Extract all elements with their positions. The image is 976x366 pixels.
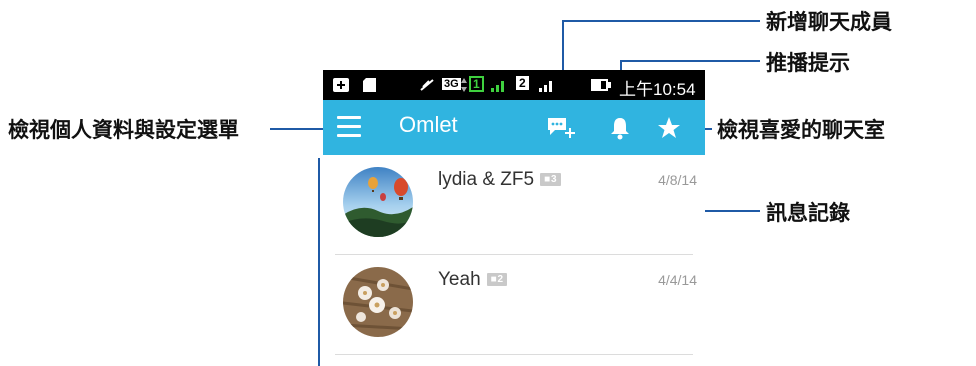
chat-name: Yeah ■ 2: [438, 269, 508, 291]
member-count: 2: [497, 274, 504, 286]
callout-line-new-member-h: [562, 20, 760, 22]
chat-list: lydia & ZF5 ■ 3 4/8/14 Yeah ■ 2 4/4/14: [323, 155, 705, 366]
favorites-star-icon[interactable]: [657, 116, 681, 140]
mute-icon: [420, 79, 434, 91]
sd-card-icon: [363, 78, 376, 92]
battery-icon: [591, 79, 611, 91]
callout-history: 訊息記錄: [766, 201, 850, 225]
notification-bell-icon[interactable]: [609, 116, 631, 140]
add-member-icon[interactable]: [547, 117, 577, 139]
list-item[interactable]: lydia & ZF5 ■ 3 4/8/14: [323, 155, 705, 255]
callout-line-history-h: [703, 210, 760, 212]
callout-favorites: 檢視喜愛的聊天室: [717, 118, 885, 142]
data-arrows-icon: [461, 78, 467, 92]
avatar: [343, 167, 413, 237]
signal-sim2-icon: [539, 81, 552, 92]
phone-screen: 3G 1 2 上午10:54 Omlet lydia & ZF5 ■ 3 4/8…: [323, 70, 705, 366]
sim2-badge: 2: [516, 76, 529, 90]
avatar-balloons-image: [343, 167, 413, 237]
list-item[interactable]: Yeah ■ 2 4/4/14: [323, 255, 705, 355]
plus-notification-icon: [333, 78, 349, 92]
callout-new-member: 新增聊天成員: [766, 10, 892, 34]
chat-date: 4/4/14: [658, 272, 697, 288]
callout-menu: 檢視個人資料與設定選單: [8, 118, 239, 142]
member-count-badge: ■ 3: [540, 173, 561, 187]
chat-name-text: Yeah: [438, 269, 481, 290]
signal-sim1-icon: [491, 81, 504, 92]
chat-date: 4/8/14: [658, 172, 697, 188]
member-count: 3: [550, 174, 557, 186]
avatar: [343, 267, 413, 337]
chat-name-text: lydia & ZF5: [438, 169, 535, 190]
app-title: Omlet: [399, 112, 458, 137]
avatar-blossoms-image: [343, 267, 413, 337]
menu-icon[interactable]: [337, 116, 361, 138]
sim1-badge: 1: [469, 76, 484, 92]
row-divider: [335, 354, 693, 355]
member-count-badge: ■ 2: [486, 273, 508, 287]
callout-notification: 推播提示: [766, 51, 850, 75]
network-type: 3G: [442, 78, 461, 90]
callout-line-notification-h: [620, 60, 760, 62]
chat-name: lydia & ZF5 ■ 3: [438, 169, 561, 191]
app-bar: Omlet: [323, 100, 705, 155]
status-bar: 3G 1 2 上午10:54: [323, 70, 705, 100]
callout-line-history-left: [318, 158, 320, 366]
status-time: 上午10:54: [619, 80, 696, 99]
